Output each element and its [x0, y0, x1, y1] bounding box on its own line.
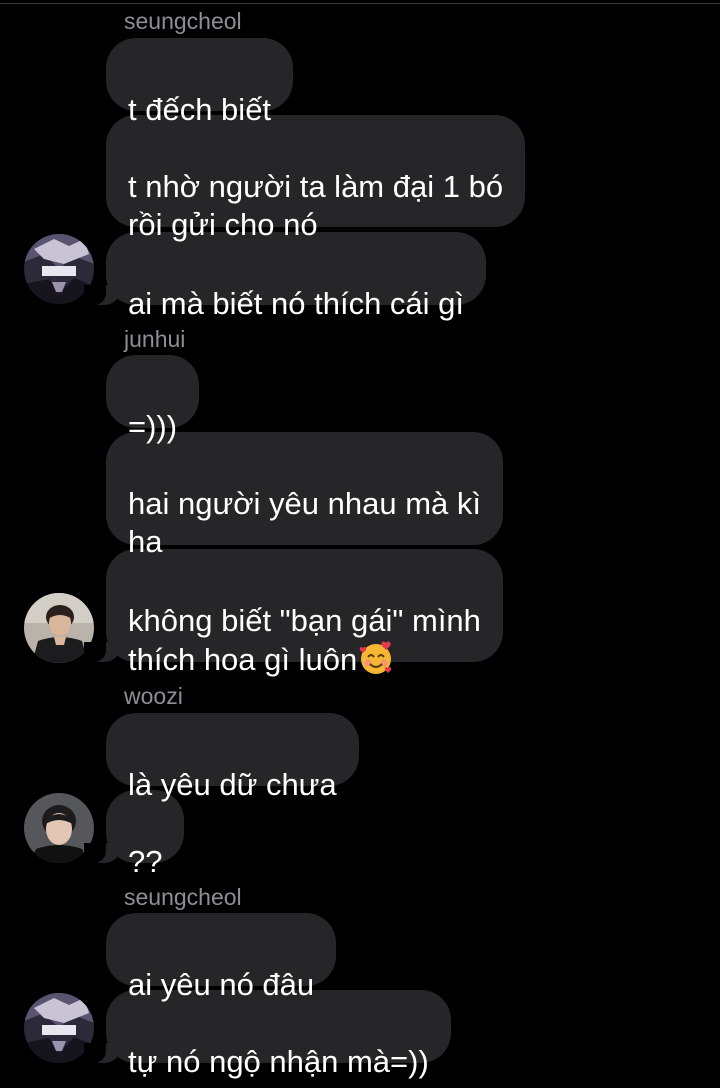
sender-name: junhui [124, 326, 186, 352]
sender-name: woozi [124, 683, 183, 709]
message-bubble[interactable]: không biết "bạn gái" mình thích hoa gì l… [84, 549, 503, 677]
message-text: là yêu dữ chưa [128, 767, 337, 802]
message-text: t đếch biết [128, 92, 272, 127]
message-bubble[interactable]: t nhờ người ta làm đại 1 bó rồi gửi cho … [106, 115, 526, 242]
message-bubble[interactable]: ai yêu nó đâu [106, 913, 337, 1002]
message-text: ai mà biết nó thích cái gì [128, 286, 465, 321]
message-bubble[interactable]: =))) [106, 355, 200, 444]
message-text: =))) [128, 409, 178, 444]
sender-name: seungcheol [124, 884, 242, 910]
message-bubble[interactable]: hai người yêu nhau mà kì ha [106, 432, 504, 559]
message-bubble[interactable]: là yêu dữ chưa [106, 713, 359, 802]
top-divider [0, 3, 720, 4]
message-text: ?? [128, 844, 163, 879]
message-text: không biết "bạn gái" mình thích hoa gì l… [128, 603, 481, 677]
message-bubble[interactable]: ai mà biết nó thích cái gì [83, 232, 487, 321]
sender-name: seungcheol [124, 8, 242, 34]
message-bubble[interactable]: t đếch biết [106, 38, 294, 127]
message-text: tự nó ngộ nhận mà=)) [128, 1044, 429, 1079]
message-text: ai yêu nó đâu [128, 967, 315, 1002]
smiling-face-with-hearts-icon [360, 641, 392, 674]
